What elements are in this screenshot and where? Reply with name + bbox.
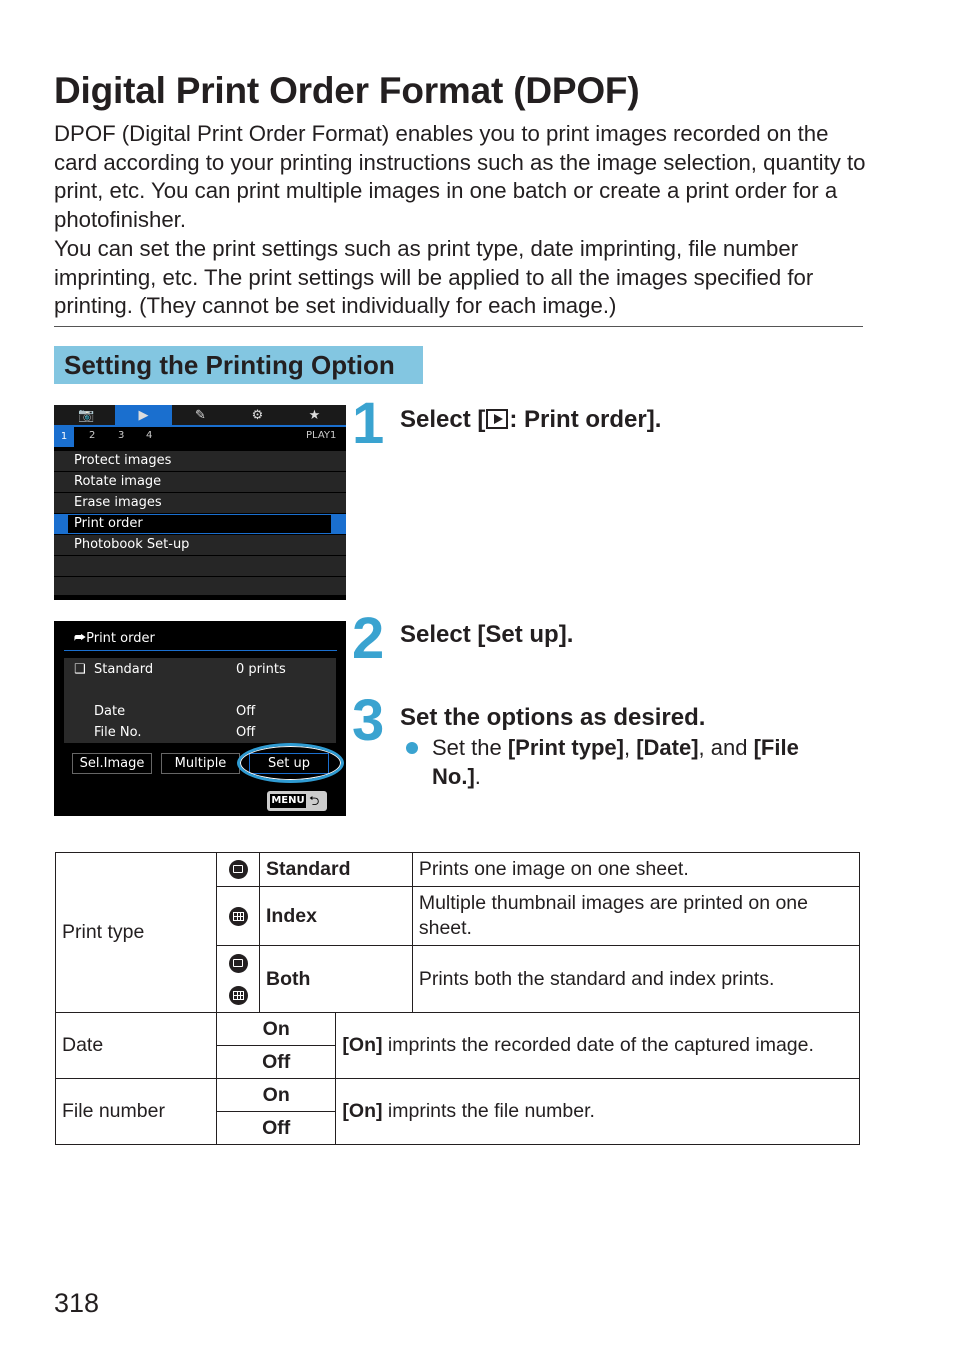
print-count: 0 prints (236, 662, 286, 677)
file-no-value: Off (236, 725, 256, 740)
date-label: Date (94, 704, 126, 719)
title-underline (64, 650, 337, 651)
option-value: On (215, 1078, 337, 1112)
camera-menu-screenshot: 📷 ▶ ✎ ⚙ ★ 1 2 3 4 PLAY1 Protect images R… (54, 405, 346, 600)
cell (216, 945, 260, 1013)
option-description: Multiple thumbnail images are printed on… (411, 886, 861, 946)
intro-paragraph: DPOF (Digital Print Order Format) enable… (54, 121, 866, 233)
multiple-button[interactable]: Multiple (161, 753, 240, 774)
cell (216, 886, 260, 946)
standard-print-icon (228, 954, 248, 974)
step-text: Select [ (400, 406, 486, 433)
intro-text: DPOF (Digital Print Order Format) enable… (54, 120, 869, 321)
option-description: [On] imprints the recorded date of the c… (335, 1012, 860, 1079)
sub-tab-3[interactable]: 3 (118, 430, 124, 441)
print-type-value: Standard (94, 662, 154, 677)
bullet-icon (406, 742, 418, 754)
option-value: Off (215, 1111, 337, 1145)
table-row: File number On [On] imprints the file nu… (55, 1078, 860, 1145)
step-text: : Print order]. (509, 406, 662, 433)
print-settings-panel: ❑ Standard 0 prints Date Off File No. Of… (64, 658, 336, 743)
back-arrow-icon: ⮌ (309, 794, 320, 809)
index-print-icon (228, 986, 248, 1006)
row-header: Date (55, 1012, 217, 1079)
step-3-bullet: Set the [Print type], [Date], and [File … (432, 735, 799, 789)
camera-icon[interactable]: 📷 (58, 405, 115, 426)
table-row: Date On [On] imprints the recorded date … (55, 1012, 860, 1079)
menu-back-key[interactable]: MENU ⮌ (267, 791, 327, 811)
sub-tab-2[interactable]: 2 (89, 430, 95, 441)
highlight-oval (237, 743, 344, 783)
playback-icon (486, 409, 509, 429)
menu-tab-bar: 📷 ▶ ✎ ⚙ ★ (54, 405, 346, 426)
intro-paragraph: You can set the print settings such as p… (54, 235, 814, 319)
option-description: Prints both the standard and index print… (411, 945, 861, 1013)
star-icon[interactable]: ★ (286, 405, 343, 426)
step-2-text: Select [Set up]. (400, 621, 574, 648)
date-value: Off (236, 704, 256, 719)
sub-tab-4[interactable]: 4 (146, 430, 152, 441)
print-icon: ⮫ (74, 631, 87, 646)
standard-print-icon (228, 860, 248, 880)
option-name: Both (259, 945, 413, 1013)
step-number: 1 (352, 391, 385, 456)
menu-item-photobook-setup[interactable]: Photobook Set-up (54, 535, 346, 555)
option-name: Index (259, 886, 413, 946)
print-order-title-text: Print order (86, 631, 155, 646)
option-description: Prints one image on one sheet. (411, 852, 861, 887)
option-value: Off (215, 1045, 337, 1079)
table-row: Print type Standard Prints one image on … (55, 852, 861, 1013)
print-order-title: ⮫Print order (74, 631, 155, 646)
playback-icon[interactable]: ▶ (115, 405, 172, 426)
file-no-label: File No. (94, 725, 142, 740)
sub-tab-bar: 1 2 3 4 PLAY1 (54, 427, 346, 447)
step-number: 2 (352, 606, 385, 671)
menu-key-label: MENU (270, 794, 306, 808)
section-heading: Setting the Printing Option (54, 346, 423, 384)
option-name: Standard (259, 852, 413, 887)
option-value: On (215, 1012, 337, 1046)
divider (54, 326, 863, 327)
standard-print-icon: ❑ (74, 662, 86, 677)
menu-item-rotate-image[interactable]: Rotate image (54, 472, 346, 492)
cell (216, 852, 260, 887)
menu-item-empty (54, 556, 346, 576)
menu-item-label: Print order (68, 515, 331, 533)
row-header: File number (55, 1078, 217, 1145)
sel-image-button[interactable]: Sel.Image (72, 753, 152, 774)
tab-label: PLAY1 (306, 430, 337, 441)
wrench-icon[interactable]: ✎ (172, 405, 229, 426)
row-header: Print type (55, 852, 217, 1013)
custom-function-icon[interactable]: ⚙ (229, 405, 286, 426)
menu-item-erase-images[interactable]: Erase images (54, 493, 346, 513)
page-title: Digital Print Order Format (DPOF) (54, 70, 640, 111)
menu-item-empty (54, 577, 346, 595)
page-number: 318 (54, 1288, 100, 1318)
step-1-text: Select [ : Print order]. (400, 406, 661, 434)
step-number: 3 (352, 688, 385, 753)
step-3-text: Set the options as desired. (400, 704, 706, 731)
options-table: Print type Standard Prints one image on … (55, 852, 861, 1145)
menu-item-protect-images[interactable]: Protect images (54, 451, 346, 471)
menu-item-print-order[interactable]: Print order (54, 514, 346, 534)
index-print-icon (228, 906, 248, 926)
sub-tab-1[interactable]: 1 (54, 427, 74, 447)
option-description: [On] imprints the file number. (335, 1078, 860, 1145)
print-order-screenshot: ⮫Print order ❑ Standard 0 prints Date Of… (54, 621, 346, 816)
